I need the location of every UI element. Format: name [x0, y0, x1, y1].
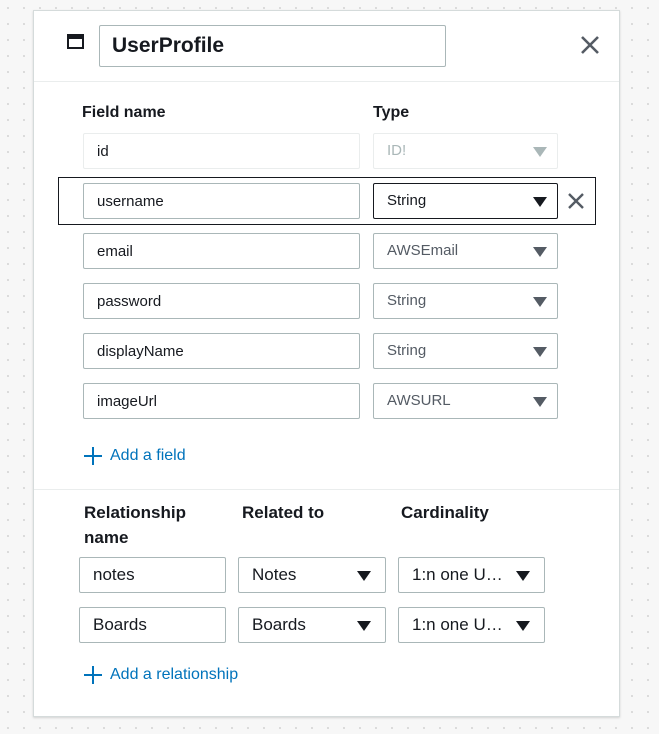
cardinality-value: 1:n one U…: [412, 565, 503, 584]
delete-field-icon[interactable]: [566, 191, 586, 211]
relationship-name-column-label: Relationship name: [84, 500, 186, 550]
caret-down-icon: [516, 571, 530, 581]
field-type-select[interactable]: String: [373, 283, 558, 319]
relationship-name-input[interactable]: [79, 607, 226, 643]
table-icon: [67, 34, 84, 49]
field-type-value: String: [387, 192, 427, 209]
field-name-input[interactable]: [83, 383, 360, 419]
relationship-name-input[interactable]: [79, 557, 226, 593]
add-field-label: Add a field: [110, 447, 186, 464]
field-type-value: String: [387, 292, 427, 309]
model-name-input[interactable]: [99, 25, 446, 67]
type-column-label: Type: [373, 104, 410, 121]
field-type-select[interactable]: String: [373, 333, 558, 369]
related-to-value: Boards: [252, 615, 306, 634]
related-to-select[interactable]: Notes: [238, 557, 386, 593]
field-row-username: String: [34, 177, 619, 225]
plus-icon: [84, 666, 102, 684]
related-to-select[interactable]: Boards: [238, 607, 386, 643]
model-editor-card: Field name Type ID! String AWSEmail Stri…: [33, 10, 620, 717]
related-to-column-label: Related to: [242, 503, 325, 522]
close-icon[interactable]: [578, 33, 602, 57]
field-type-value: AWSEmail: [387, 242, 459, 259]
field-row-password: String: [34, 277, 619, 325]
field-type-select: ID!: [373, 133, 558, 169]
plus-icon: [84, 447, 102, 465]
section-divider: [34, 489, 619, 490]
caret-down-icon: [533, 347, 547, 357]
caret-down-icon: [533, 147, 547, 157]
field-type-value: String: [387, 342, 427, 359]
field-type-select[interactable]: String: [373, 183, 558, 219]
model-header: [34, 11, 619, 82]
caret-down-icon: [516, 621, 530, 631]
cardinality-value: 1:n one U…: [412, 615, 503, 634]
field-type-value: AWSURL: [387, 392, 451, 409]
cardinality-column-label: Cardinality: [401, 503, 489, 522]
relationship-name-label-line2: name: [84, 528, 129, 547]
field-name-input[interactable]: [83, 233, 360, 269]
caret-down-icon: [533, 397, 547, 407]
add-relationship-link[interactable]: Add a relationship: [84, 666, 238, 684]
add-field-link[interactable]: Add a field: [84, 447, 186, 465]
caret-down-icon: [533, 197, 547, 207]
field-type-select[interactable]: AWSURL: [373, 383, 558, 419]
field-name-input: [83, 133, 360, 169]
relationship-name-label-line1: Relationship: [84, 503, 187, 522]
cardinality-select[interactable]: 1:n one U…: [398, 557, 545, 593]
field-name-input[interactable]: [83, 183, 360, 219]
field-row-id: ID!: [34, 127, 619, 175]
caret-down-icon: [533, 297, 547, 307]
caret-down-icon: [357, 571, 371, 581]
field-name-column-label: Field name: [82, 104, 166, 121]
related-to-value: Notes: [252, 565, 297, 584]
caret-down-icon: [533, 247, 547, 257]
field-name-input[interactable]: [83, 333, 360, 369]
caret-down-icon: [357, 621, 371, 631]
field-row-imageurl: AWSURL: [34, 377, 619, 425]
cardinality-select[interactable]: 1:n one U…: [398, 607, 545, 643]
field-name-input[interactable]: [83, 283, 360, 319]
field-type-value: ID!: [387, 142, 407, 159]
field-type-select[interactable]: AWSEmail: [373, 233, 558, 269]
field-row-email: AWSEmail: [34, 227, 619, 275]
field-row-displayname: String: [34, 327, 619, 375]
add-relationship-label: Add a relationship: [110, 666, 239, 683]
